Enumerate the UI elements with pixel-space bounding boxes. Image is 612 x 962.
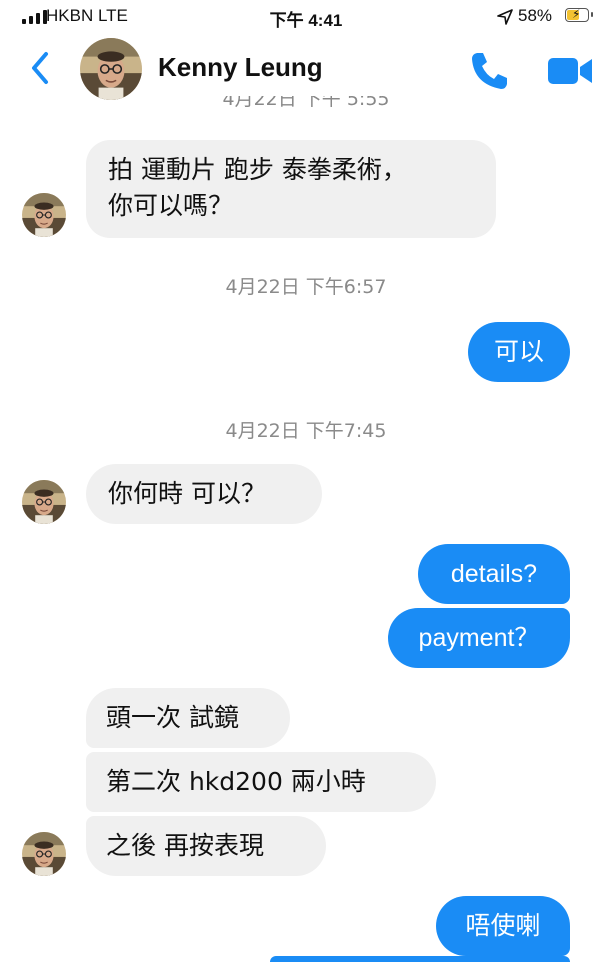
outgoing-message[interactable]: 可以 [468,322,570,382]
timestamp: 4月22日 下午7:45 [225,420,387,442]
cut-off-timestamp: 4月22日 下午 5:55 [222,96,390,110]
location-arrow-icon [497,9,513,25]
phone-icon[interactable] [468,48,512,92]
incoming-message[interactable]: 之後 再按表現 [86,816,326,876]
incoming-message[interactable]: 拍 運動片 跑步 泰拳柔術， 你可以嗎？ [86,140,496,238]
incoming-message[interactable]: 頭一次 試鏡 [86,688,290,748]
back-chevron-icon[interactable] [26,48,56,88]
conversation-header: Kenny Leung [0,34,612,104]
sender-avatar[interactable] [22,480,66,524]
contact-avatar[interactable] [80,38,142,100]
next-outgoing-message-edge [270,956,570,962]
outgoing-message[interactable]: payment？ [388,608,570,668]
message-line: 你可以嗎？ [108,191,234,220]
sender-avatar[interactable] [22,832,66,876]
timestamp: 4月22日 下午6:57 [225,276,387,298]
outgoing-message[interactable]: details? [418,544,570,604]
incoming-message[interactable]: 第二次 hkd200 兩小時 [86,752,436,812]
contact-name[interactable]: Kenny Leung [158,52,323,83]
incoming-message[interactable]: 你何時 可以？ [86,464,322,524]
status-bar: HKBN LTE 下午 4:41 58% ⚡ [0,0,612,34]
battery-icon: ⚡ [565,7,593,22]
video-camera-icon[interactable] [544,50,596,90]
sender-avatar[interactable] [22,193,66,237]
message-line: 拍 運動片 跑步 泰拳柔術， [108,155,407,184]
outgoing-message[interactable]: 唔使喇 [436,896,570,956]
battery-percentage: 58% [518,6,553,25]
